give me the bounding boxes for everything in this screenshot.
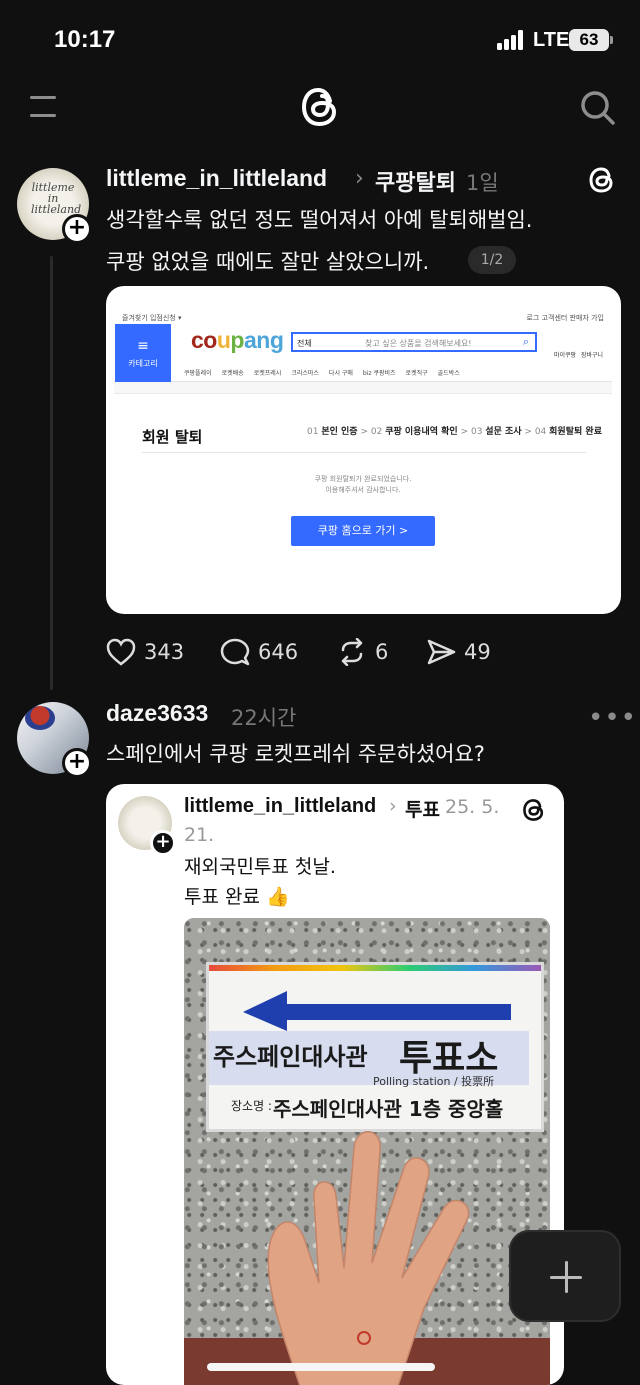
battery-tip (610, 36, 613, 44)
share-button[interactable]: 49 (426, 638, 491, 666)
coupang-topbar-left: 즐겨찾기 입점신청 ▾ (122, 314, 182, 322)
quoted-date-continued: 21. (184, 824, 215, 846)
coupang-nav-item: 로켓배송 (221, 370, 244, 377)
coupang-search-icon: ⌕ (522, 335, 529, 348)
follow-plus-icon[interactable]: + (150, 830, 176, 856)
flag-icon (25, 706, 55, 730)
status-bar: 10:17 LTE 63 (0, 0, 640, 80)
coupang-body: 회원 탈퇴 01 본인 인증 > 02 쿠팡 이용내역 확인 > 03 설문 조… (114, 393, 612, 610)
step-label: 본인 인증 (321, 427, 358, 437)
comment-count: 646 (258, 640, 299, 664)
step-no: 04 (534, 427, 547, 437)
repost-icon (341, 638, 363, 666)
coupang-topbar: 즐겨찾기 입점신청 ▾ 로그 고객센터 판매자 가입 (114, 310, 612, 324)
hand-image (267, 1131, 470, 1385)
quoted-username[interactable]: littleme_in_littleland (184, 795, 376, 818)
coupang-title: 회원 탈퇴 (142, 428, 203, 446)
quoted-post[interactable]: + littleme_in_littleland › 투표 25. 5. 21.… (106, 784, 564, 1385)
sign-stripe (209, 965, 541, 971)
more-options-icon[interactable]: ••• (588, 703, 637, 733)
post-time: 22시간 (231, 706, 297, 730)
post-image[interactable]: 즐겨찾기 입점신청 ▾ 로그 고객센터 판매자 가입 ≡ 카테고리 coupan… (106, 286, 621, 614)
coupang-steps: 01 본인 인증 > 02 쿠팡 이용내역 확인 > 03 설문 조사 > 04… (307, 427, 602, 437)
post-text-line1: 생각할수록 없던 정도 떨어져서 아예 탈퇴해벌임. (106, 208, 533, 232)
coupang-home-button: 쿠팡 홈으로 가기 > (291, 516, 435, 546)
thread-line (50, 256, 53, 690)
send-icon (427, 639, 456, 665)
menu-icon[interactable] (30, 96, 56, 118)
step-no: 02 (370, 427, 383, 437)
new-post-button[interactable] (509, 1230, 621, 1322)
post-time: 1일 (466, 171, 499, 195)
step-no: 01 (307, 427, 319, 437)
battery-icon: 63 (569, 29, 609, 51)
sign-subtitle: Polling station / 投票所 (373, 1075, 495, 1088)
plus-icon-vertical (565, 1261, 568, 1293)
comment-icon (220, 638, 250, 666)
step-label: 회원탈퇴 완료 (549, 427, 602, 437)
coupang-search-placeholder: 찾고 싶은 상품을 검색해보세요! (365, 339, 472, 348)
follow-plus-icon[interactable]: + (62, 748, 92, 778)
coupang-nav: 쿠팡플레이 로켓배송 로켓프레시 크리스마스 다시 구매 biz 쿠팡비즈 로켓… (184, 368, 460, 377)
divider (142, 452, 586, 453)
post-username[interactable]: littleme_in_littleland (106, 165, 327, 192)
coupang-logo: coupang (191, 327, 284, 353)
coupang-cart: 장바구니 (581, 352, 604, 359)
coupang-nav-item: biz 쿠팡비즈 (362, 370, 396, 377)
arrow-left-icon (243, 991, 511, 1031)
coupang-category-button: ≡ 카테고리 (115, 324, 171, 382)
coupang-screenshot: 즐겨찾기 입점신청 ▾ 로그 고객센터 판매자 가입 ≡ 카테고리 coupan… (114, 310, 612, 610)
coupang-nav-item: 골드박스 (437, 370, 460, 377)
quoted-text-line1: 재외국민투표 첫날. (184, 856, 336, 878)
step-label: 쿠팡 이용내역 확인 (385, 427, 458, 437)
post-topic[interactable]: 쿠팡탈퇴 (375, 165, 456, 197)
quoted-photo[interactable]: 주스페인대사관 투표소 Polling station / 投票所 장소명 : … (184, 918, 550, 1385)
chevron-right-icon: › (389, 795, 397, 817)
coupang-nav-item: 로켓직구 (405, 370, 428, 377)
chevron-right-icon: › (355, 166, 364, 191)
comment-button[interactable]: 646 (220, 638, 298, 666)
signal-icon (497, 30, 525, 50)
quoted-topic[interactable]: 투표 (405, 795, 440, 822)
quoted-text-line2: 투표 완료 👍 (184, 886, 290, 908)
coupang-nav-item: 다시 구매 (328, 370, 353, 377)
threads-icon[interactable] (588, 165, 616, 195)
threads-logo-icon[interactable] (299, 84, 341, 130)
post-username[interactable]: daze3633 (106, 700, 208, 727)
coupang-mycoupang: 마이쿠팡 (554, 352, 577, 359)
home-indicator[interactable] (207, 1363, 435, 1371)
sign-title: 주스페인대사관 (213, 1043, 368, 1071)
like-count: 343 (144, 640, 185, 664)
threads-icon (523, 799, 544, 821)
coupang-nav-item: 쿠팡플레이 (184, 370, 212, 377)
like-button[interactable]: 343 (106, 638, 184, 666)
follow-plus-icon[interactable]: + (62, 214, 92, 244)
coupang-message-line1: 쿠팡 회원탈퇴가 완료되었습니다. (314, 475, 412, 483)
avatar-text: littleme in littleland (31, 181, 82, 216)
coupang-nav-item: 로켓프레시 (253, 370, 282, 377)
post-text-line2: 쿠팡 없었을 때에도 잘만 살았으니까. (106, 250, 430, 274)
page-indicator: 1/2 (468, 246, 516, 274)
repost-button[interactable]: 6 (337, 638, 388, 666)
status-time: 10:17 (54, 26, 116, 53)
search-icon[interactable] (578, 88, 616, 126)
coupang-message-line2: 이용해주셔서 감사합니다. (325, 486, 401, 494)
coupang-message: 쿠팡 회원탈퇴가 완료되었습니다. 이용해주셔서 감사합니다. (114, 474, 612, 496)
step-no: 03 (470, 427, 483, 437)
post-text: 스페인에서 쿠팡 로켓프레쉬 주문하셨어요? (106, 742, 485, 766)
repost-count: 6 (375, 640, 389, 664)
share-count: 49 (464, 640, 491, 664)
coupang-nav-item: 크리스마스 (291, 370, 319, 377)
quoted-date: 25. 5. (445, 796, 500, 818)
heart-icon (106, 638, 136, 666)
coupang-topbar-right: 로그 고객센터 판매자 가입 (526, 314, 604, 322)
step-label: 설문 조사 (485, 427, 522, 437)
coupang-category-label: 카테고리 (128, 359, 158, 368)
network-label: LTE (533, 29, 570, 51)
coupang-search-select: 전체 (297, 339, 312, 348)
coupang-search-bar: 전체 찾고 싶은 상품을 검색해보세요! ⌕ (291, 332, 537, 352)
